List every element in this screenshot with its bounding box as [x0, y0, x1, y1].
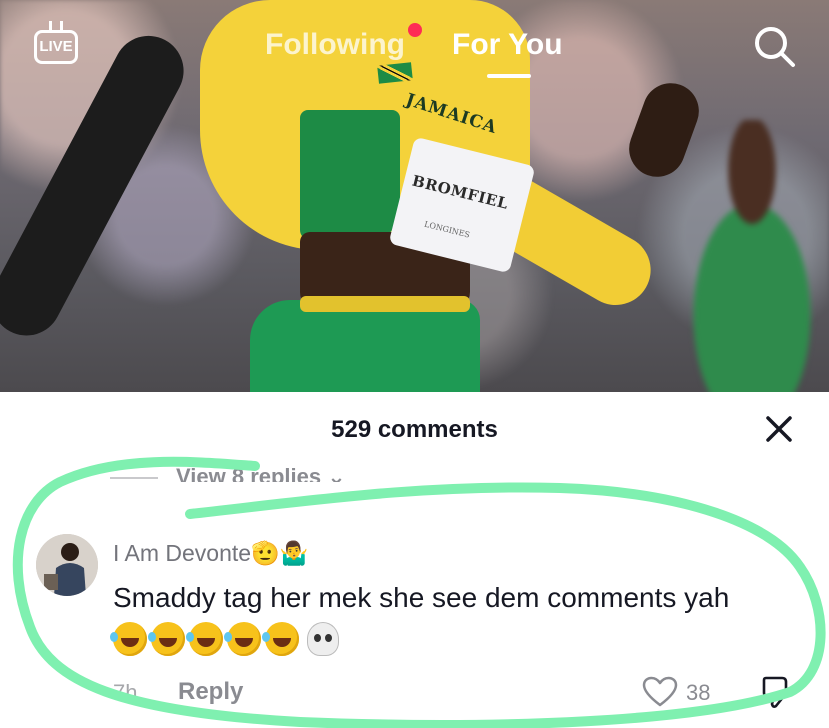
tab-for-you[interactable]: For You — [452, 28, 563, 62]
active-tab-indicator — [487, 74, 531, 78]
comment-timestamp: 7h — [113, 680, 138, 705]
rofl-emoji-icon — [110, 622, 147, 656]
close-icon[interactable] — [764, 414, 794, 444]
replies-divider — [110, 477, 158, 480]
comments-count-title: 529 comments — [331, 416, 498, 443]
view-replies-label: View 8 replies — [176, 464, 322, 482]
comment-emoji-line — [110, 622, 339, 656]
comment-username[interactable]: I Am Devonte🫡🤷‍♂️ — [113, 540, 308, 567]
skull-emoji-icon — [307, 622, 339, 656]
tab-following[interactable]: Following — [265, 28, 405, 62]
avatar-image — [36, 534, 98, 596]
bib-name: BROMFIEL — [410, 171, 511, 213]
username-emojis: 🫡🤷‍♂️ — [251, 540, 309, 566]
like-count: 38 — [686, 680, 711, 705]
runner-waistband — [300, 296, 470, 312]
avatar[interactable] — [36, 534, 98, 596]
live-label: LIVE — [39, 38, 73, 55]
view-replies-link[interactable]: View 8 replies ⌄ — [110, 462, 346, 482]
runner-shorts — [250, 300, 480, 392]
rofl-emoji-icon — [224, 622, 261, 656]
reply-button[interactable]: Reply — [178, 678, 243, 706]
bib-sponsor: LONGINES — [423, 219, 471, 240]
comments-sheet: 529 comments View 8 replies ⌄ I Am Devon… — [0, 392, 829, 728]
heart-icon[interactable] — [642, 676, 678, 708]
chevron-down-icon: ⌄ — [327, 464, 346, 482]
comment-text: Smaddy tag her mek she see dem comments … — [113, 582, 730, 613]
notification-dot — [408, 23, 422, 37]
top-navigation: LIVE Following For You — [0, 0, 829, 100]
dislike-icon[interactable] — [760, 674, 794, 710]
rofl-emoji-icon — [148, 622, 185, 656]
rofl-emoji-icon — [186, 622, 223, 656]
rofl-emoji-icon — [262, 622, 299, 656]
username-text: I Am Devonte — [113, 540, 252, 566]
live-icon[interactable]: LIVE — [34, 30, 78, 64]
jersey-green-panel — [300, 110, 400, 240]
search-icon[interactable] — [752, 24, 796, 68]
